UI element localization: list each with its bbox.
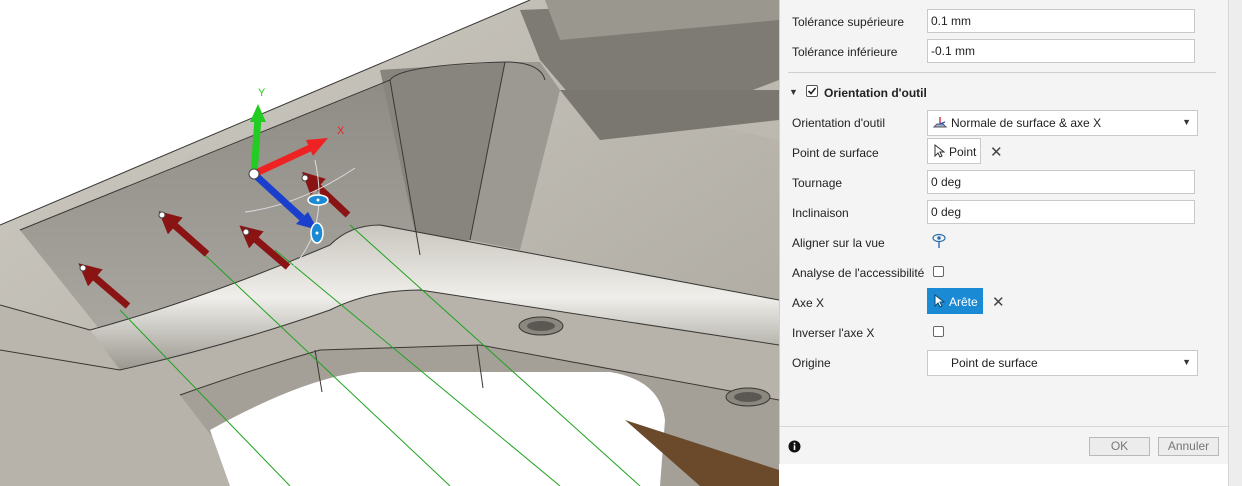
tolerance-upper-label: Tolérance supérieure — [792, 15, 905, 29]
cursor-arrow-icon — [934, 144, 945, 158]
chevron-down-icon: ▼ — [1182, 357, 1191, 367]
turning-label: Tournage — [792, 176, 843, 190]
x-axis-select-button[interactable]: Arête — [927, 288, 983, 314]
check-icon — [807, 87, 817, 95]
tool-orientation-panel: Tolérance supérieure 0.1 mm Tolérance in… — [779, 0, 1229, 464]
mounting-hole-1 — [518, 316, 564, 336]
section-checkbox[interactable] — [806, 85, 818, 97]
accessibility-checkbox[interactable] — [933, 266, 944, 277]
model-canvas[interactable]: Y X — [0, 0, 779, 486]
row-x-axis: Axe X Arête ✕ — [780, 288, 1229, 317]
tolerance-lower-label: Tolérance inférieure — [792, 45, 898, 59]
row-surface-point: Point de surface Point ✕ — [780, 138, 1229, 167]
tolerance-upper-input[interactable]: 0.1 mm — [927, 9, 1195, 33]
surface-normal-icon — [933, 117, 947, 128]
ok-button[interactable]: OK — [1089, 437, 1150, 456]
origin-label: Origine — [792, 356, 831, 370]
section-header-tool-orientation[interactable]: ▼ Orientation d'outil — [780, 80, 1229, 108]
x-axis-button-label: Arête — [949, 295, 978, 309]
row-turning: Tournage 0 deg — [780, 169, 1229, 197]
section-separator — [788, 72, 1216, 73]
invert-x-label: Inverser l'axe X — [792, 326, 875, 340]
chevron-down-icon: ▼ — [1182, 117, 1191, 127]
surface-point-select-button[interactable]: Point — [927, 138, 981, 164]
origin-select[interactable]: Point de surface ▼ — [927, 350, 1198, 376]
accessibility-label: Analyse de l'accessibilité — [792, 266, 925, 280]
tool-orientation-label: Orientation d'outil — [792, 116, 886, 130]
tool-orientation-value: Normale de surface & axe X — [951, 116, 1102, 130]
tilt-input[interactable]: 0 deg — [927, 200, 1195, 224]
gizmo-y-label: Y — [258, 87, 266, 99]
right-edge-scrollbar[interactable] — [1228, 0, 1242, 486]
x-axis-label: Axe X — [792, 296, 825, 310]
cancel-button[interactable]: Annuler — [1158, 437, 1219, 456]
row-origin: Origine Point de surface ▼ — [780, 349, 1229, 377]
clear-surface-point-icon[interactable]: ✕ — [990, 143, 1003, 161]
clear-x-axis-icon[interactable]: ✕ — [992, 293, 1005, 311]
invert-x-checkbox[interactable] — [933, 326, 944, 337]
eye-pin-icon[interactable] — [932, 233, 946, 249]
row-tilt: Inclinaison 0 deg — [780, 199, 1229, 227]
triangle-down-icon[interactable]: ▼ — [789, 87, 798, 97]
surface-point-button-label: Point — [949, 145, 977, 159]
tool-orientation-select[interactable]: Normale de surface & axe X ▼ — [927, 110, 1198, 136]
info-icon[interactable] — [788, 440, 801, 453]
cursor-arrow-icon — [934, 294, 945, 308]
row-invert-x: Inverser l'axe X — [780, 319, 1229, 347]
turning-input[interactable]: 0 deg — [927, 170, 1195, 194]
row-tolerance-lower: Tolérance inférieure -0.1 mm — [780, 38, 1229, 66]
row-tool-orientation: Orientation d'outil Normale de surface &… — [780, 109, 1229, 137]
align-view-label: Aligner sur la vue — [792, 236, 885, 250]
mounting-hole-2 — [725, 387, 771, 407]
section-title: Orientation d'outil — [824, 86, 927, 100]
gizmo-x-label: X — [337, 125, 345, 137]
row-tolerance-upper: Tolérance supérieure 0.1 mm — [780, 8, 1229, 36]
tilt-label: Inclinaison — [792, 206, 849, 220]
panel-footer: OK Annuler — [780, 426, 1229, 464]
tolerance-lower-input[interactable]: -0.1 mm — [927, 39, 1195, 63]
row-align-view: Aligner sur la vue — [780, 229, 1229, 257]
origin-value: Point de surface — [951, 356, 1038, 370]
surface-point-label: Point de surface — [792, 146, 879, 160]
row-accessibility: Analyse de l'accessibilité — [780, 259, 1229, 287]
